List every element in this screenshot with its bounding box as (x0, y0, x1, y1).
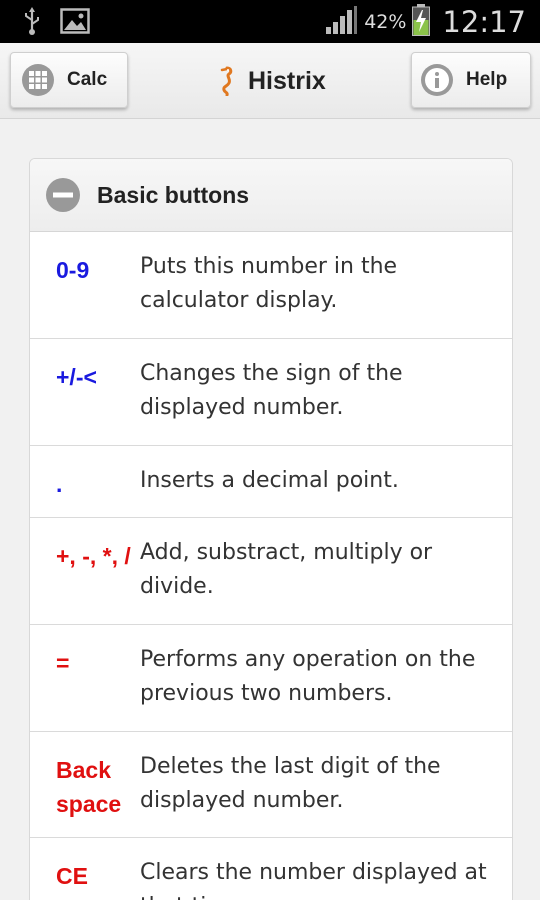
table-row: 0-9 Puts this number in the calculator d… (30, 232, 512, 339)
signal-icon (324, 5, 358, 39)
table-row: +/-< Changes the sign of the displayed n… (30, 339, 512, 446)
table-row: . Inserts a decimal point. (30, 446, 512, 518)
table-row: = Performs any operation on the previous… (30, 625, 512, 732)
help-button[interactable]: Help (411, 52, 531, 108)
button-description: Changes the sign of the displayed number… (140, 361, 403, 420)
button-description: Inserts a decimal point. (140, 468, 399, 493)
button-description: Clears the number displayed at that time… (140, 860, 487, 900)
seahorse-logo-icon (218, 66, 234, 96)
status-bar: 42% 12:17 (0, 0, 540, 43)
app-title: Histrix (218, 43, 326, 119)
button-key: CE (56, 863, 88, 889)
image-icon (60, 8, 90, 38)
button-description: Deletes the last digit of the displayed … (140, 754, 441, 813)
button-key: +/-< (56, 364, 97, 390)
help-button-label: Help (466, 69, 508, 90)
collapse-minus-icon[interactable] (45, 177, 81, 213)
button-key: = (56, 650, 70, 676)
button-description: Puts this number in the calculator displ… (140, 254, 398, 313)
battery-charging-icon (412, 3, 431, 40)
button-key: . (56, 471, 63, 497)
basic-buttons-section: Basic buttons 0-9 Puts this number in th… (29, 158, 513, 900)
battery-percent: 42% (364, 10, 407, 33)
button-key: 0-9 (56, 257, 90, 283)
app-bar: Calc Histrix Help (0, 43, 540, 119)
section-header[interactable]: Basic buttons (30, 159, 512, 232)
button-description: Performs any operation on the previous t… (140, 647, 476, 706)
button-key: Back space (56, 757, 122, 817)
usb-icon (22, 6, 42, 40)
section-title: Basic buttons (97, 181, 250, 208)
calc-button[interactable]: Calc (10, 52, 128, 108)
table-row: CE Clears the number displayed at that t… (30, 838, 512, 900)
clock: 12:17 (442, 4, 526, 39)
info-icon (420, 63, 454, 97)
calc-button-label: Calc (67, 69, 108, 90)
button-key: +, -, *, / (56, 543, 131, 569)
table-row: +, -, *, / Add, substract, multiply or d… (30, 518, 512, 625)
table-row: Back space Deletes the last digit of the… (30, 732, 512, 838)
button-description: Add, substract, multiply or divide. (140, 540, 433, 599)
app-title-text: Histrix (248, 66, 326, 95)
calculator-grid-icon (21, 63, 55, 97)
